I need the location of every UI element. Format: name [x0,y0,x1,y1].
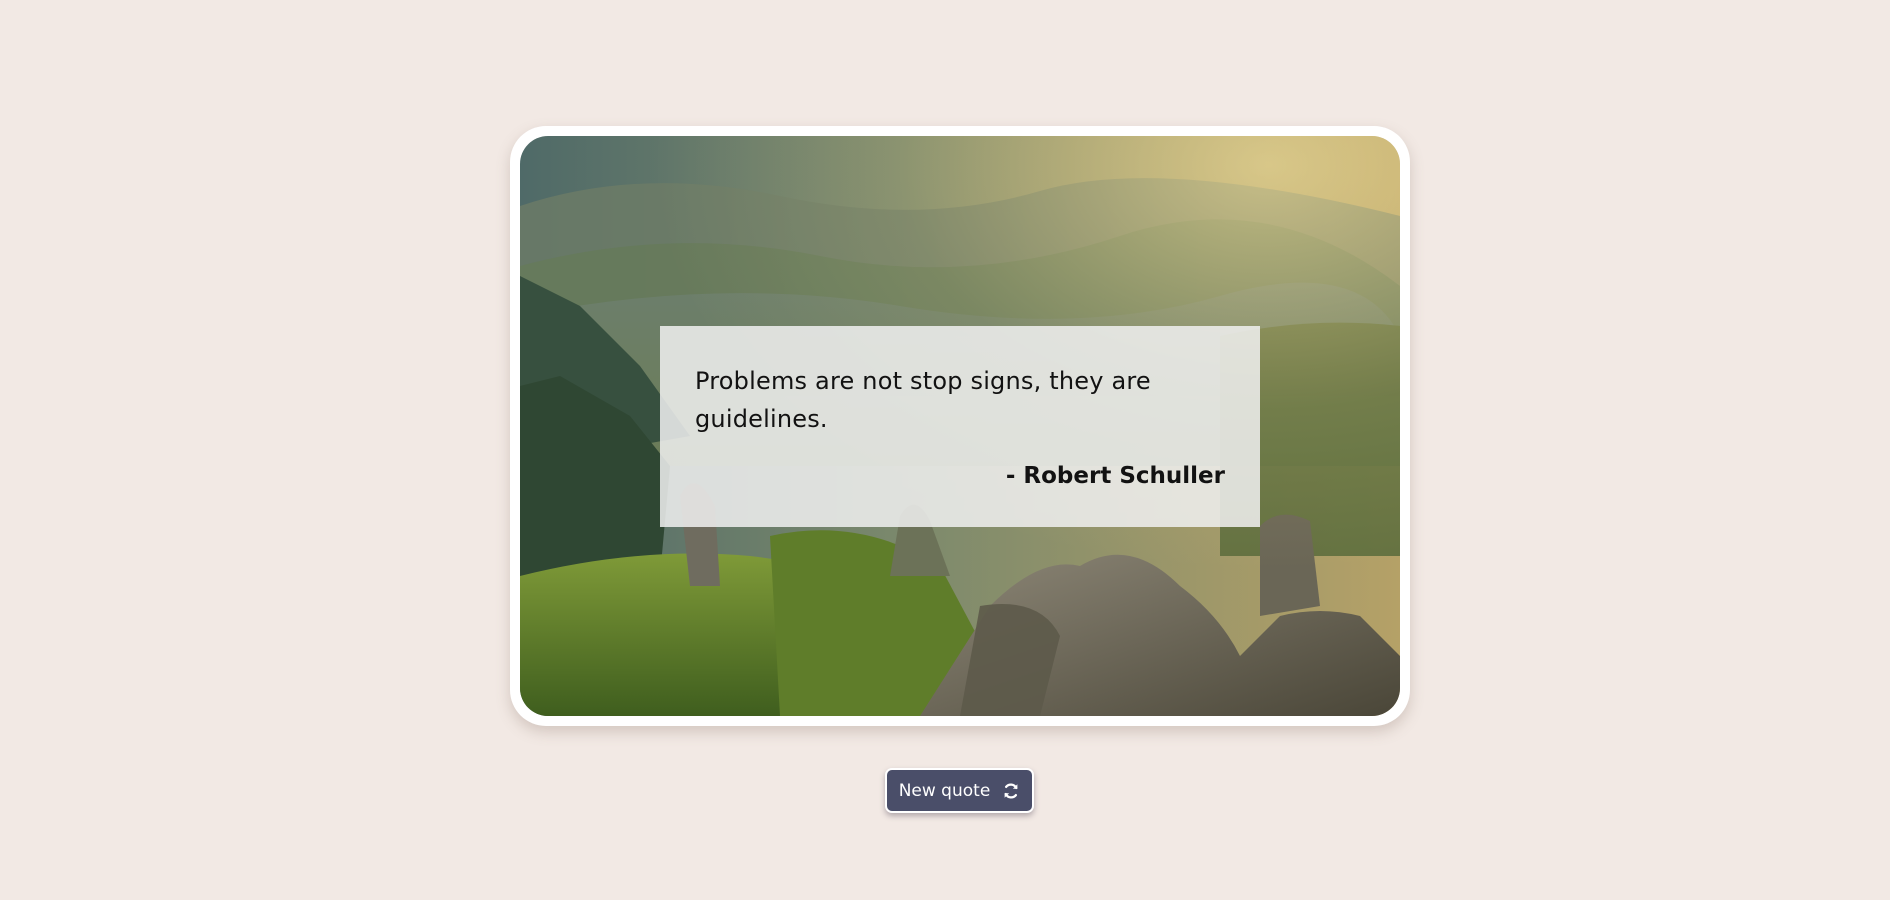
quote-box: Problems are not stop signs, they are gu… [660,326,1260,527]
new-quote-button[interactable]: New quote [885,768,1034,813]
refresh-icon [1002,782,1020,800]
quote-text: Problems are not stop signs, they are gu… [695,367,1151,433]
quote-author: - Robert Schuller [1005,463,1225,489]
new-quote-label: New quote [898,780,991,801]
quote-card: Problems are not stop signs, they are gu… [510,126,1410,726]
